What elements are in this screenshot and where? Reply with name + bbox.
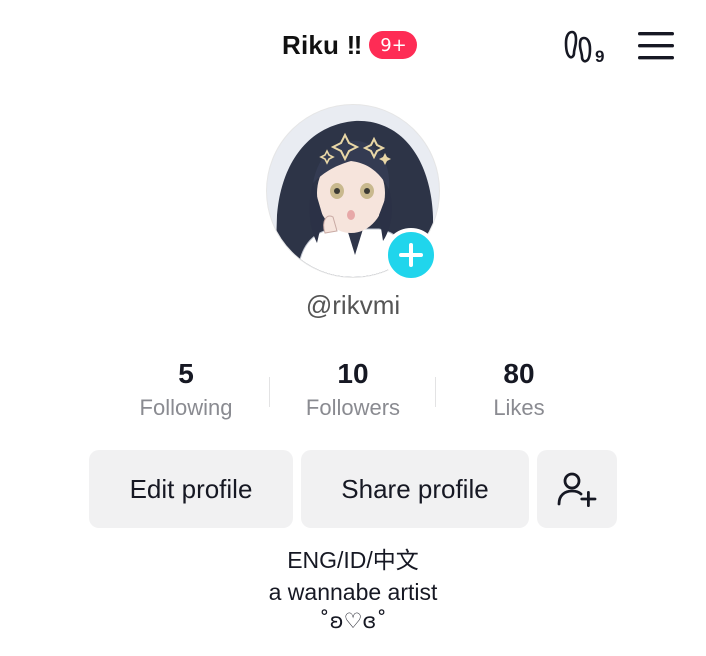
notification-badge: 9+ [369, 31, 418, 59]
account-switcher[interactable]: Riku ‼ 9+ [282, 26, 418, 64]
bio-line-1: ENG/ID/中文 [287, 547, 419, 573]
bio: ENG/ID/中文 a wannabe artist ˚ʚ♡ɞ˚ [0, 544, 706, 634]
add-avatar-button[interactable] [384, 228, 438, 282]
followers-count: 10 [337, 358, 369, 389]
bio-line-2: a wannabe artist [268, 579, 438, 605]
add-friend-button[interactable] [537, 450, 617, 528]
following-count: 5 [178, 358, 194, 389]
top-bar: Riku ‼ 9+ 9 [0, 0, 706, 90]
stat-following[interactable]: 5 Following [103, 355, 269, 421]
username: @rikvmi [305, 290, 401, 320]
following-label: Following [139, 395, 233, 420]
avatar-container [266, 104, 442, 282]
edit-profile-button[interactable]: Edit profile [89, 450, 293, 528]
hamburger-menu-icon [638, 32, 674, 60]
add-user-icon [557, 472, 597, 507]
followers-label: Followers [305, 395, 401, 420]
menu-button[interactable] [632, 26, 680, 66]
footprint-count: 9 [595, 47, 604, 66]
footprint-icon: 9 [564, 30, 604, 66]
plus-icon [399, 243, 423, 267]
stat-likes[interactable]: 80 Likes [436, 355, 602, 421]
likes-label: Likes [493, 395, 545, 420]
footprints-button[interactable]: 9 [560, 24, 620, 68]
stat-followers[interactable]: 10 Followers [270, 355, 436, 421]
share-profile-button[interactable]: Share profile [301, 450, 529, 528]
stats-row: 5 Following 10 Followers 80 Likes [103, 355, 603, 435]
bio-line-3: ˚ʚ♡ɞ˚ [319, 609, 387, 633]
likes-count: 80 [503, 358, 535, 389]
profile-title: Riku ‼ [282, 29, 363, 60]
